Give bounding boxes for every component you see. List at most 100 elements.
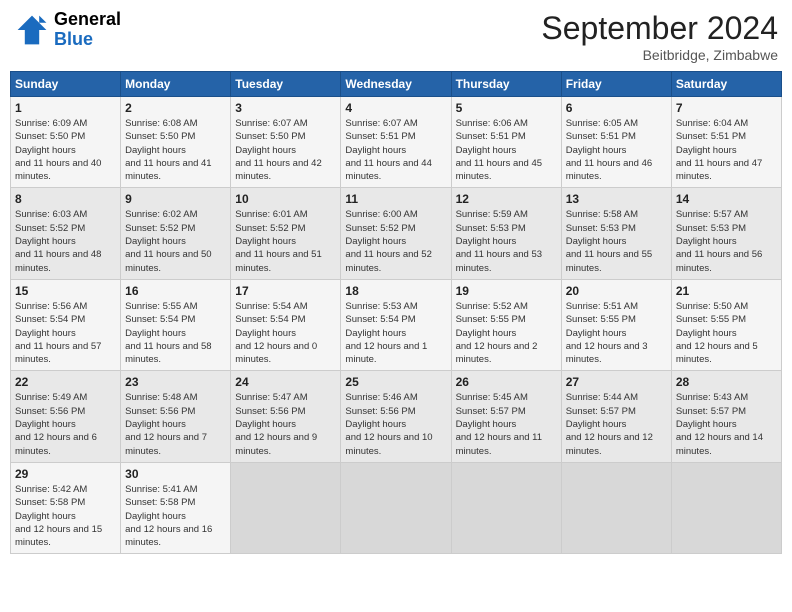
cell-info: Sunrise: 5:54 AMSunset: 5:54 PMDaylight … [235,300,336,366]
cell-info: Sunrise: 6:05 AMSunset: 5:51 PMDaylight … [566,117,667,183]
logo-text: General Blue [54,10,121,50]
calendar-cell: 18 Sunrise: 5:53 AMSunset: 5:54 PMDayligh… [341,279,451,370]
calendar-cell: 27 Sunrise: 5:44 AMSunset: 5:57 PMDayligh… [561,371,671,462]
calendar-cell: 25 Sunrise: 5:46 AMSunset: 5:56 PMDayligh… [341,371,451,462]
cell-info: Sunrise: 6:03 AMSunset: 5:52 PMDaylight … [15,208,116,274]
calendar-cell: 6 Sunrise: 6:05 AMSunset: 5:51 PMDaylight… [561,97,671,188]
calendar-table: SundayMondayTuesdayWednesdayThursdayFrid… [10,71,782,554]
day-number: 21 [676,284,777,298]
calendar-cell [231,462,341,553]
calendar-cell: 19 Sunrise: 5:52 AMSunset: 5:55 PMDayligh… [451,279,561,370]
cell-info: Sunrise: 5:44 AMSunset: 5:57 PMDaylight … [566,391,667,457]
day-number: 5 [456,101,557,115]
calendar-cell: 28Sunrise: 5:43 AMSunset: 5:57 PMDayligh… [671,371,781,462]
month-title: September 2024 [541,10,778,47]
day-number: 3 [235,101,336,115]
day-number: 14 [676,192,777,206]
calendar-cell: 21 Sunrise: 5:50 AMSunset: 5:55 PMDayligh… [671,279,781,370]
location-subtitle: Beitbridge, Zimbabwe [541,47,778,63]
cell-info: Sunrise: 6:07 AMSunset: 5:50 PMDaylight … [235,117,336,183]
day-number: 11 [345,192,446,206]
day-number: 9 [125,192,226,206]
calendar-week-row: 15Sunrise: 5:56 AMSunset: 5:54 PMDayligh… [11,279,782,370]
cell-info: Sunrise: 5:49 AMSunset: 5:56 PMDaylight … [15,391,116,457]
cell-info: Sunrise: 6:07 AMSunset: 5:51 PMDaylight … [345,117,446,183]
day-number: 29 [15,467,116,481]
calendar-cell: 16Sunrise: 5:55 AMSunset: 5:54 PMDayligh… [121,279,231,370]
calendar-cell: 2 Sunrise: 6:08 AMSunset: 5:50 PMDaylight… [121,97,231,188]
cell-info: Sunrise: 5:56 AMSunset: 5:54 PMDaylight … [15,300,116,366]
day-number: 25 [345,375,446,389]
cell-info: Sunrise: 6:09 AMSunset: 5:50 PMDaylight … [15,117,116,183]
calendar-cell: 30 Sunrise: 5:41 AMSunset: 5:58 PMDayligh… [121,462,231,553]
cell-info: Sunrise: 6:04 AMSunset: 5:51 PMDaylight … [676,117,777,183]
cell-info: Sunrise: 5:53 AMSunset: 5:54 PMDaylight … [345,300,446,366]
calendar-cell: 23 Sunrise: 5:48 AMSunset: 5:56 PMDayligh… [121,371,231,462]
calendar-cell: 12 Sunrise: 5:59 AMSunset: 5:53 PMDayligh… [451,188,561,279]
day-header-sunday: Sunday [11,72,121,97]
calendar-cell: 13 Sunrise: 5:58 AMSunset: 5:53 PMDayligh… [561,188,671,279]
day-number: 27 [566,375,667,389]
calendar-cell [561,462,671,553]
calendar-cell: 10 Sunrise: 6:01 AMSunset: 5:52 PMDayligh… [231,188,341,279]
cell-info: Sunrise: 5:52 AMSunset: 5:55 PMDaylight … [456,300,557,366]
cell-info: Sunrise: 5:46 AMSunset: 5:56 PMDaylight … [345,391,446,457]
day-number: 19 [456,284,557,298]
calendar-cell: 4Sunrise: 6:07 AMSunset: 5:51 PMDaylight… [341,97,451,188]
logo: General Blue [14,10,121,50]
calendar-header-row: SundayMondayTuesdayWednesdayThursdayFrid… [11,72,782,97]
cell-info: Sunrise: 6:08 AMSunset: 5:50 PMDaylight … [125,117,226,183]
calendar-cell: 1Sunrise: 6:09 AMSunset: 5:50 PMDaylight… [11,97,121,188]
calendar-cell: 11 Sunrise: 6:00 AMSunset: 5:52 PMDayligh… [341,188,451,279]
calendar-cell: 9 Sunrise: 6:02 AMSunset: 5:52 PMDaylight… [121,188,231,279]
cell-info: Sunrise: 5:58 AMSunset: 5:53 PMDaylight … [566,208,667,274]
calendar-week-row: 29Sunrise: 5:42 AMSunset: 5:58 PMDayligh… [11,462,782,553]
calendar-cell: 20Sunrise: 5:51 AMSunset: 5:55 PMDayligh… [561,279,671,370]
day-number: 7 [676,101,777,115]
cell-info: Sunrise: 5:59 AMSunset: 5:53 PMDaylight … [456,208,557,274]
day-number: 18 [345,284,446,298]
day-number: 13 [566,192,667,206]
cell-info: Sunrise: 5:47 AMSunset: 5:56 PMDaylight … [235,391,336,457]
calendar-cell: 17 Sunrise: 5:54 AMSunset: 5:54 PMDayligh… [231,279,341,370]
cell-info: Sunrise: 6:02 AMSunset: 5:52 PMDaylight … [125,208,226,274]
day-header-tuesday: Tuesday [231,72,341,97]
calendar-cell: 7 Sunrise: 6:04 AMSunset: 5:51 PMDaylight… [671,97,781,188]
cell-info: Sunrise: 5:55 AMSunset: 5:54 PMDaylight … [125,300,226,366]
day-header-wednesday: Wednesday [341,72,451,97]
calendar-cell: 22 Sunrise: 5:49 AMSunset: 5:56 PMDayligh… [11,371,121,462]
day-header-thursday: Thursday [451,72,561,97]
day-number: 8 [15,192,116,206]
day-number: 30 [125,467,226,481]
day-header-friday: Friday [561,72,671,97]
cell-info: Sunrise: 5:48 AMSunset: 5:56 PMDaylight … [125,391,226,457]
calendar-cell: 8 Sunrise: 6:03 AMSunset: 5:52 PMDaylight… [11,188,121,279]
calendar-cell [341,462,451,553]
page-header: General Blue September 2024 Beitbridge, … [10,10,782,63]
day-number: 6 [566,101,667,115]
calendar-week-row: 22 Sunrise: 5:49 AMSunset: 5:56 PMDayligh… [11,371,782,462]
day-number: 26 [456,375,557,389]
title-block: September 2024 Beitbridge, Zimbabwe [541,10,778,63]
day-number: 10 [235,192,336,206]
cell-info: Sunrise: 5:41 AMSunset: 5:58 PMDaylight … [125,483,226,549]
day-header-saturday: Saturday [671,72,781,97]
day-number: 23 [125,375,226,389]
calendar-cell [451,462,561,553]
calendar-cell: 3 Sunrise: 6:07 AMSunset: 5:50 PMDaylight… [231,97,341,188]
calendar-cell: 29Sunrise: 5:42 AMSunset: 5:58 PMDayligh… [11,462,121,553]
calendar-cell: 14Sunrise: 5:57 AMSunset: 5:53 PMDayligh… [671,188,781,279]
cell-info: Sunrise: 5:51 AMSunset: 5:55 PMDaylight … [566,300,667,366]
day-number: 17 [235,284,336,298]
day-number: 2 [125,101,226,115]
logo-icon [14,12,50,48]
cell-info: Sunrise: 5:45 AMSunset: 5:57 PMDaylight … [456,391,557,457]
day-number: 12 [456,192,557,206]
cell-info: Sunrise: 6:01 AMSunset: 5:52 PMDaylight … [235,208,336,274]
cell-info: Sunrise: 6:00 AMSunset: 5:52 PMDaylight … [345,208,446,274]
cell-info: Sunrise: 5:50 AMSunset: 5:55 PMDaylight … [676,300,777,366]
day-number: 22 [15,375,116,389]
calendar-week-row: 1Sunrise: 6:09 AMSunset: 5:50 PMDaylight… [11,97,782,188]
day-header-monday: Monday [121,72,231,97]
calendar-cell: 15Sunrise: 5:56 AMSunset: 5:54 PMDayligh… [11,279,121,370]
